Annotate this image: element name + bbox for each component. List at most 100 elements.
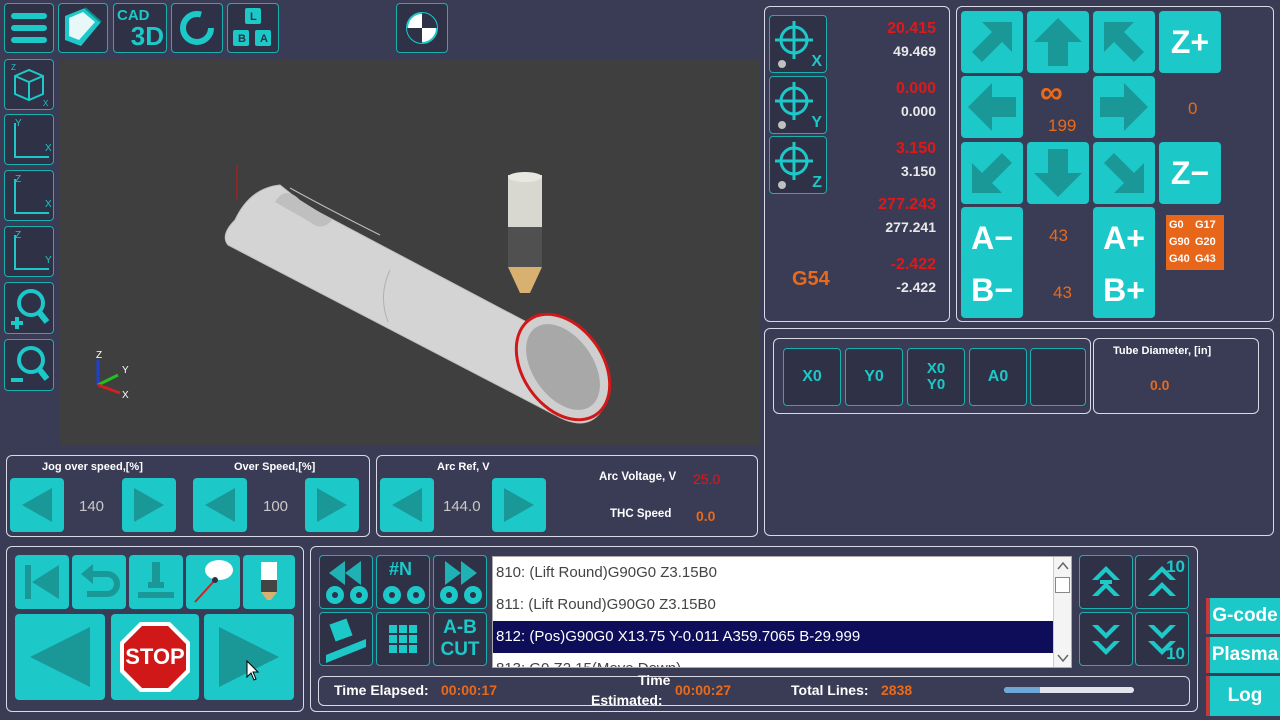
time-elapsed-value: 00:00:17 bbox=[441, 682, 498, 698]
ab-cut-bottom-label: CUT bbox=[440, 639, 480, 660]
zero-xy0-button[interactable]: X0 Y0 bbox=[907, 348, 965, 406]
menu-button[interactable] bbox=[4, 3, 54, 53]
over-speed-increase-button[interactable] bbox=[305, 478, 359, 532]
triangle-right-icon bbox=[504, 488, 534, 522]
total-lines-value: 2838 bbox=[881, 682, 913, 698]
zero-y-button[interactable]: Y bbox=[769, 76, 827, 134]
arc-ref-increase-button[interactable] bbox=[492, 478, 546, 532]
zero-a0-button[interactable]: A0 bbox=[969, 348, 1027, 406]
stop-button[interactable]: STOP bbox=[111, 614, 199, 700]
view-front-button[interactable]: Z X bbox=[4, 170, 54, 221]
cycle-start-button[interactable] bbox=[204, 614, 294, 700]
line-down-10-button[interactable]: 10 bbox=[1135, 612, 1189, 666]
time-estimated-label-top: Time bbox=[638, 672, 671, 688]
modal-code: G90 bbox=[1169, 236, 1190, 248]
arrow-right-icon bbox=[1100, 83, 1148, 131]
arc-voltage-value: 25.0 bbox=[693, 471, 721, 487]
axis-x-label: X bbox=[122, 390, 129, 401]
a-minus-label: A− bbox=[971, 219, 1013, 256]
time-estimated-label-bottom: Estimated: bbox=[591, 692, 663, 705]
rewind-start-button[interactable] bbox=[15, 555, 69, 609]
tab-gcode[interactable]: G-code bbox=[1206, 598, 1280, 634]
line-up-button[interactable] bbox=[1079, 555, 1133, 609]
tube-diameter-value[interactable]: 0.0 bbox=[1150, 377, 1169, 393]
view-top-axis-top: Y bbox=[15, 118, 22, 129]
view-side-button[interactable]: Z Y bbox=[4, 226, 54, 277]
zero-x0-button[interactable]: X0 bbox=[783, 348, 841, 406]
torch-fire-icon bbox=[261, 562, 277, 600]
gcode-line-selected[interactable]: 812: (Pos)G90G0 X13.75 Y-0.011 A359.7065… bbox=[493, 621, 1053, 653]
large-left-icon bbox=[30, 627, 90, 687]
over-speed-decrease-button[interactable] bbox=[193, 478, 247, 532]
jog-up-right-button[interactable] bbox=[1093, 11, 1155, 73]
zero-origin-button[interactable] bbox=[396, 3, 448, 53]
zero-y0-button[interactable]: Y0 bbox=[845, 348, 903, 406]
keys-button[interactable]: L B A bbox=[227, 3, 279, 53]
dro-x-machine: 20.415 bbox=[887, 20, 936, 37]
gcode-line[interactable]: 810: (Lift Round)G90G0 Z3.15B0 bbox=[493, 557, 1071, 589]
jog-x-minus-button[interactable] bbox=[961, 76, 1023, 138]
svg-text:Z: Z bbox=[11, 63, 16, 72]
goto-line-button[interactable]: #N bbox=[376, 555, 430, 609]
gcode-listing[interactable]: 810: (Lift Round)G90G0 Z3.15B0 811: (Lif… bbox=[492, 556, 1072, 668]
torch-down-button[interactable] bbox=[129, 555, 183, 609]
gcode-line[interactable]: 813: G0 Z2.15(Move Down) bbox=[493, 653, 1071, 667]
view-iso-button[interactable]: ZX bbox=[4, 59, 54, 110]
dro-z-axis-label: Z bbox=[812, 174, 822, 191]
ab-cut-top-label: A-B bbox=[443, 617, 477, 638]
double-chevron-down-icon bbox=[1092, 625, 1120, 655]
line-down-button[interactable] bbox=[1079, 612, 1133, 666]
line-up-10-button[interactable]: 10 bbox=[1135, 555, 1189, 609]
fast-forward-button[interactable] bbox=[433, 555, 487, 609]
jog-speed-increase-button[interactable] bbox=[122, 478, 176, 532]
arc-ref-decrease-button[interactable] bbox=[380, 478, 434, 532]
jog-a-plus-button[interactable]: A+ bbox=[1093, 207, 1155, 269]
zoom-out-button[interactable] bbox=[4, 339, 54, 391]
jog-y-minus-button[interactable] bbox=[1027, 142, 1089, 204]
jog-y-plus-button[interactable] bbox=[1027, 11, 1089, 73]
ab-cut-button[interactable]: A-B CUT bbox=[433, 612, 487, 666]
gcode-line[interactable]: 811: (Lift Round)G90G0 Z3.15B0 bbox=[493, 589, 1071, 621]
step-back-button[interactable] bbox=[15, 614, 105, 700]
view-front-axis-right: X bbox=[45, 199, 52, 210]
step-down-value: 10 bbox=[1166, 644, 1185, 663]
refresh-button[interactable] bbox=[171, 3, 223, 53]
jog-up-left-button[interactable] bbox=[961, 11, 1023, 73]
jog-a-minus-button[interactable]: A− bbox=[961, 207, 1023, 269]
jog-speed-label: Jog over speed,[%] bbox=[42, 461, 143, 473]
a-plus-label: A+ bbox=[1103, 219, 1145, 256]
arrow-up-right-icon bbox=[1104, 22, 1144, 62]
tab-log[interactable]: Log bbox=[1206, 676, 1280, 716]
jog-down-right-button[interactable] bbox=[1093, 142, 1155, 204]
path-point-button[interactable] bbox=[186, 555, 240, 609]
jog-b-minus-button[interactable]: B− bbox=[961, 262, 1023, 318]
torch-fire-button[interactable] bbox=[243, 555, 295, 609]
tab-plasma[interactable]: Plasma bbox=[1206, 637, 1280, 673]
jog-x-plus-button[interactable] bbox=[1093, 76, 1155, 138]
xy0-top-label: X0 bbox=[926, 360, 946, 377]
jog-z-minus-button[interactable]: Z− bbox=[1159, 142, 1221, 204]
gcode-scrollbar[interactable] bbox=[1053, 557, 1071, 667]
grid-button[interactable] bbox=[376, 612, 430, 666]
3d-viewport[interactable]: Z Y X bbox=[60, 60, 760, 446]
jog-b-plus-button[interactable]: B+ bbox=[1093, 262, 1155, 318]
view-side-axis-right: Y bbox=[45, 255, 52, 266]
time-elapsed-label: Time Elapsed: bbox=[334, 682, 429, 698]
cad-3d-button[interactable]: CAD 3D bbox=[113, 3, 167, 53]
jog-down-left-button[interactable] bbox=[961, 142, 1023, 204]
y0-label: Y0 bbox=[864, 368, 884, 385]
dro-z-work: 3.150 bbox=[900, 163, 936, 179]
open-file-button[interactable] bbox=[58, 3, 108, 53]
zero-z-button[interactable]: Z bbox=[769, 136, 827, 194]
scroll-thumb[interactable] bbox=[1055, 577, 1070, 593]
empty-button[interactable] bbox=[1030, 348, 1086, 406]
view-top-button[interactable]: Y X bbox=[4, 114, 54, 165]
dro-b-machine: -2.422 bbox=[890, 256, 936, 273]
fast-rewind-button[interactable] bbox=[319, 555, 373, 609]
edit-gcode-button[interactable] bbox=[319, 612, 373, 666]
zero-x-button[interactable]: X bbox=[769, 15, 827, 73]
jog-z-plus-button[interactable]: Z+ bbox=[1159, 11, 1221, 73]
zoom-in-button[interactable] bbox=[4, 282, 54, 334]
undo-button[interactable] bbox=[72, 555, 126, 609]
jog-speed-decrease-button[interactable] bbox=[10, 478, 64, 532]
